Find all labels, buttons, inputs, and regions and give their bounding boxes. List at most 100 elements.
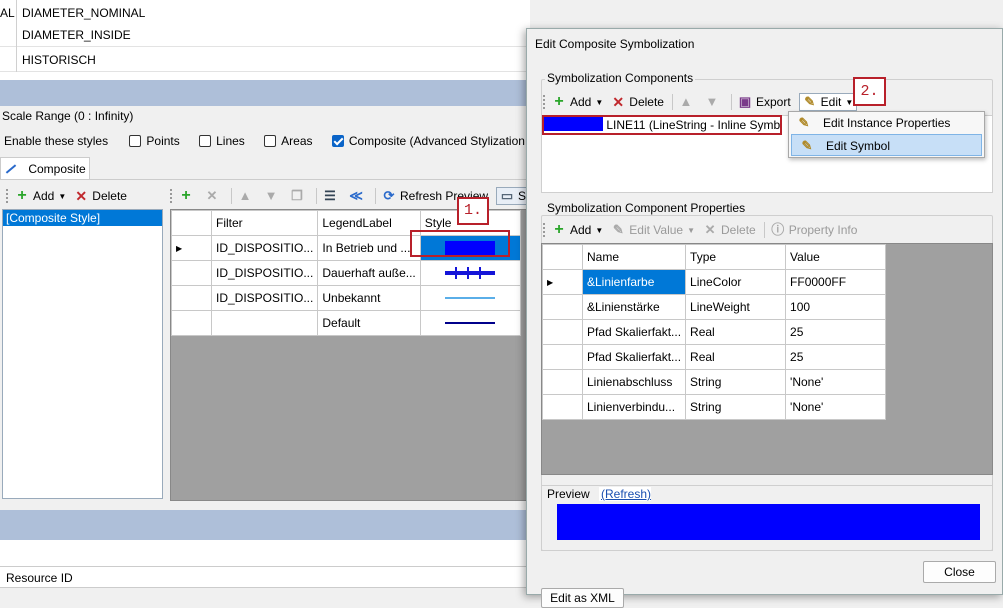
- columns-button[interactable]: ☰: [323, 189, 341, 203]
- refresh-link[interactable]: (Refresh): [599, 487, 651, 501]
- group-title: Symbolization Components: [545, 71, 696, 85]
- add-style-button[interactable]: + Add ▼: [15, 188, 67, 204]
- property-info-button[interactable]: ⓘ Property Info: [771, 222, 857, 238]
- share-button[interactable]: ≪: [349, 189, 367, 203]
- table-cell[interactable]: 'None': [785, 369, 887, 395]
- table-cell[interactable]: Pfad Skalierfakt...: [581, 344, 687, 370]
- add-property-button[interactable]: + Add ▼: [552, 222, 603, 238]
- header-cell[interactable]: Value: [785, 244, 887, 270]
- points-checkbox[interactable]: Points: [129, 134, 180, 148]
- delete-rule-button[interactable]: ✕: [205, 189, 223, 203]
- table-cell[interactable]: FF0000FF: [785, 269, 887, 295]
- table-cell[interactable]: 100: [785, 294, 887, 320]
- header-cell: [542, 244, 583, 270]
- table-cell[interactable]: LineColor: [685, 269, 787, 295]
- grip-icon: [543, 95, 546, 109]
- header-cell[interactable]: Type: [685, 244, 787, 270]
- table-cell[interactable]: Default: [317, 310, 421, 336]
- toolbar-separator: [231, 188, 232, 204]
- table-cell[interactable]: Real: [685, 319, 787, 345]
- table-cell[interactable]: LineWeight: [685, 294, 787, 320]
- preview-swatch: [557, 504, 980, 540]
- move-up-button[interactable]: ▲: [238, 189, 256, 203]
- list-item[interactable]: HISTORISCH: [0, 47, 530, 72]
- table-row[interactable]: ID_DISPOSITIO... Unbekannt: [171, 285, 521, 311]
- info-icon: ⓘ: [771, 222, 785, 237]
- table-cell[interactable]: Linienverbindu...: [581, 394, 687, 420]
- row-indicator-icon: ▶: [542, 269, 583, 295]
- header-cell[interactable]: LegendLabel: [317, 210, 421, 236]
- table-cell[interactable]: Pfad Skalierfakt...: [581, 319, 687, 345]
- edit-xml-button[interactable]: Edit as XML: [541, 588, 624, 608]
- plus-icon: +: [554, 93, 564, 110]
- export-button[interactable]: ▣ Export: [738, 95, 791, 110]
- move-down-button[interactable]: ▼: [705, 95, 723, 109]
- table-cell[interactable]: Linienabschluss: [581, 369, 687, 395]
- toolbar-separator: [763, 222, 765, 238]
- table-row[interactable]: ▶ &Linienfarbe LineColor FF0000FF: [542, 269, 887, 295]
- delete-icon: ✕: [704, 222, 716, 237]
- delete-style-button[interactable]: ✕ Delete: [74, 189, 127, 203]
- lines-checkbox[interactable]: Lines: [199, 134, 245, 148]
- table-row[interactable]: Pfad Skalierfakt... Real 25: [542, 319, 887, 345]
- add-rule-button[interactable]: +: [179, 188, 197, 204]
- chevron-down-icon: ▼: [687, 225, 696, 235]
- move-up-button[interactable]: ▲: [679, 95, 697, 109]
- style-preview-cell[interactable]: [419, 310, 521, 336]
- table-cell[interactable]: 25: [785, 344, 887, 370]
- composite-checkbox[interactable]: Composite (Advanced Stylization: [331, 134, 525, 148]
- style-list: [Composite Style]: [2, 209, 163, 499]
- table-cell[interactable]: 'None': [785, 394, 887, 420]
- delete-component-button[interactable]: ✕ Delete: [611, 95, 664, 109]
- table-cell[interactable]: 25: [785, 319, 887, 345]
- table-cell[interactable]: [210, 310, 319, 336]
- table-row[interactable]: ID_DISPOSITIO... Dauerhaft auße...: [171, 260, 521, 286]
- list-item[interactable]: DIAMETER_INSIDE: [0, 22, 530, 47]
- table-cell[interactable]: ID_DISPOSITIO...: [210, 235, 319, 261]
- highlight-box: [542, 115, 782, 135]
- list-item[interactable]: [Composite Style]: [3, 210, 162, 226]
- delete-property-button[interactable]: ✕ Delete: [703, 222, 756, 238]
- menu-item-edit-instance-properties[interactable]: ✎ Edit Instance Properties: [789, 112, 984, 134]
- table-cell[interactable]: &Linienstärke: [581, 294, 687, 320]
- table-cell[interactable]: String: [685, 394, 787, 420]
- table-row[interactable]: &Linienstärke LineWeight 100: [542, 294, 887, 320]
- style-preview-cell[interactable]: [419, 260, 521, 286]
- highlight-box: [410, 230, 510, 257]
- edit-dropdown-button[interactable]: ✎ Edit ▼: [798, 93, 858, 111]
- move-down-button[interactable]: ▼: [264, 189, 282, 203]
- edit-value-button[interactable]: ✎ Edit Value ▼: [611, 222, 696, 238]
- table-row[interactable]: Linienverbindu... String 'None': [542, 394, 887, 420]
- table-cell[interactable]: ID_DISPOSITIO...: [210, 285, 319, 311]
- components-toolbar: + Add ▼ ✕ Delete ▲ ▼ ▣ Export ✎ Edit ▼: [543, 91, 865, 113]
- table-cell: [542, 319, 583, 345]
- table-cell[interactable]: ID_DISPOSITIO...: [210, 260, 319, 286]
- header-cell[interactable]: Filter: [210, 210, 319, 236]
- style-swatch-dashed: [445, 267, 496, 279]
- areas-checkbox[interactable]: Areas: [264, 134, 313, 148]
- add-component-button[interactable]: + Add ▼: [552, 93, 604, 110]
- table-cell[interactable]: Unbekannt: [317, 285, 421, 311]
- table-cell[interactable]: &Linienfarbe: [581, 269, 687, 295]
- edit-icon: ✎: [612, 222, 624, 237]
- style-preview-cell[interactable]: [419, 285, 521, 311]
- table-cell[interactable]: In Betrieb und ...: [317, 235, 421, 261]
- toolbar-separator: [730, 94, 732, 110]
- table-row[interactable]: Default: [171, 310, 521, 336]
- table-cell[interactable]: Dauerhaft auße...: [317, 260, 421, 286]
- copy-button[interactable]: ❐: [290, 189, 308, 203]
- header-cell[interactable]: Name: [581, 244, 687, 270]
- table-row[interactable]: Linienabschluss String 'None': [542, 369, 887, 395]
- close-button[interactable]: Close: [923, 561, 996, 583]
- menu-item-edit-symbol[interactable]: ✎ Edit Symbol: [791, 134, 982, 156]
- tab-composite[interactable]: Composite: [0, 157, 90, 179]
- table-header: Name Type Value: [542, 244, 887, 270]
- table-cell[interactable]: Real: [685, 344, 787, 370]
- chevron-down-icon: ▼: [595, 97, 604, 107]
- chevron-down-icon: ▼: [58, 191, 67, 201]
- table-cell: [542, 369, 583, 395]
- grip-icon: [6, 189, 9, 203]
- styles-label: Enable these styles: [4, 134, 109, 148]
- table-cell[interactable]: String: [685, 369, 787, 395]
- table-row[interactable]: Pfad Skalierfakt... Real 25: [542, 344, 887, 370]
